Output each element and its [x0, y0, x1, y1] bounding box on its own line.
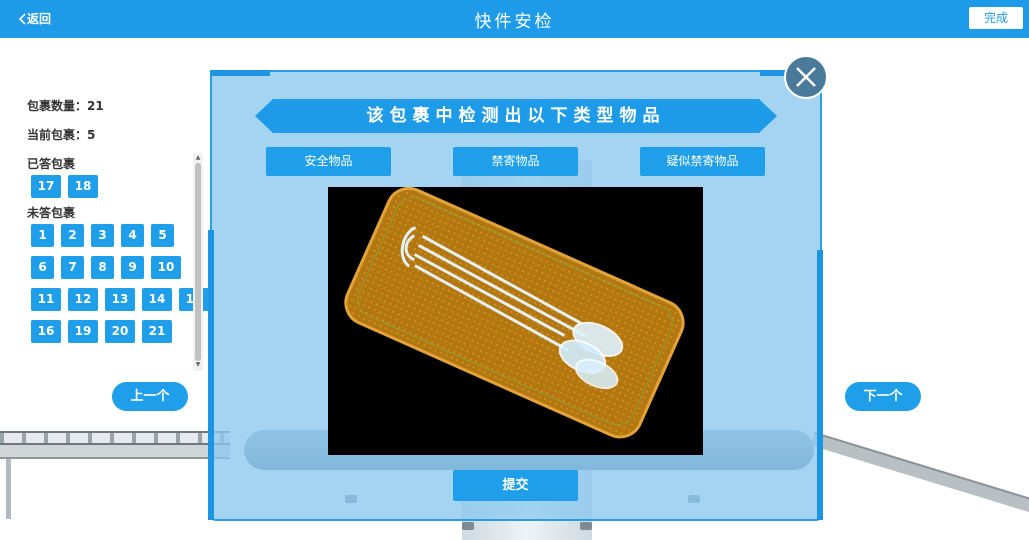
submit-button[interactable]: 提交: [453, 470, 578, 501]
package-button[interactable]: 11: [31, 288, 61, 311]
done-button[interactable]: 完成: [969, 7, 1023, 29]
machine-foot: [580, 522, 592, 530]
scrollbar-thumb[interactable]: [195, 163, 201, 361]
package-button[interactable]: 16: [31, 320, 61, 343]
unanswered-label: 未答包裹: [27, 206, 76, 220]
scroll-down-arrow-icon[interactable]: ▼: [195, 361, 201, 369]
package-button[interactable]: 20: [105, 320, 135, 343]
page-title: 快件安检: [474, 12, 555, 32]
conveyor-leg: [6, 459, 11, 519]
package-button[interactable]: 5: [151, 224, 174, 247]
conveyor-belt-left: [0, 431, 230, 445]
package-button[interactable]: 7: [61, 256, 84, 279]
conveyor-belt-left-base: [0, 445, 230, 459]
category-prohibited-button[interactable]: 禁寄物品: [453, 147, 578, 176]
previous-button[interactable]: 上一个: [112, 382, 188, 411]
package-button[interactable]: 1: [31, 224, 54, 247]
package-button[interactable]: 4: [121, 224, 144, 247]
package-list-scrollbar[interactable]: ▲ ▼: [193, 153, 203, 371]
xray-package-graphic: [344, 187, 685, 439]
package-button[interactable]: 12: [68, 288, 98, 311]
modal-side-accent: [817, 250, 823, 520]
current-package: 当前包裹：5: [27, 128, 96, 142]
package-button[interactable]: 19: [68, 320, 98, 343]
package-button[interactable]: 3: [91, 224, 114, 247]
modal-banner-text: 该包裹中检测出以下类型物品: [366, 106, 666, 126]
package-button[interactable]: 14: [142, 288, 172, 311]
package-count: 包裹数量：21: [27, 99, 104, 113]
machine-foot: [462, 522, 474, 530]
modal-side-accent: [208, 230, 214, 520]
package-button[interactable]: 13: [105, 288, 135, 311]
conveyor-ramp-right: [810, 432, 1029, 513]
modal-corner-accent: [210, 70, 270, 76]
package-button[interactable]: 21: [142, 320, 172, 343]
category-safe-button[interactable]: 安全物品: [266, 147, 391, 176]
next-button[interactable]: 下一个: [845, 382, 921, 411]
close-button[interactable]: [784, 55, 828, 99]
package-button[interactable]: 17: [31, 175, 61, 198]
package-button[interactable]: 6: [31, 256, 54, 279]
package-button[interactable]: 8: [91, 256, 114, 279]
close-icon: [796, 67, 816, 87]
answered-label: 已答包裹: [27, 157, 76, 171]
scroll-up-arrow-icon[interactable]: ▲: [195, 154, 201, 162]
top-bar: 返回 快件安检 完成: [0, 0, 1029, 38]
package-button[interactable]: 2: [61, 224, 84, 247]
package-button[interactable]: 9: [121, 256, 144, 279]
category-suspected-button[interactable]: 疑似禁寄物品: [640, 147, 765, 176]
xray-scan-image: [328, 187, 703, 455]
package-button[interactable]: 18: [68, 175, 98, 198]
package-button[interactable]: 10: [151, 256, 181, 279]
